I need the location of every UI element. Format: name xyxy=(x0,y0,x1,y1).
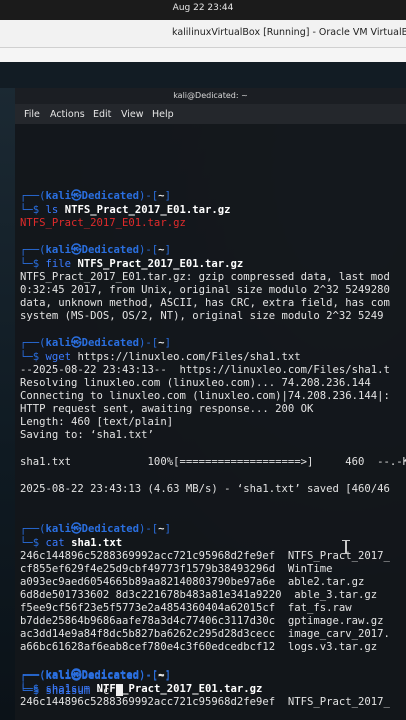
prompt-user: kali㉿Dedicated xyxy=(45,337,140,349)
hash-line: a093ec9aed6054665b89aa82140803790be97a6e… xyxy=(20,576,365,588)
prompt-line: ┌──(kali㉿Dedicated)-[~] xyxy=(20,523,171,536)
prompt-bracket: )-[ xyxy=(139,523,159,535)
prompt-dollar: $ xyxy=(32,204,46,216)
prompt-bracket-end: ] xyxy=(164,244,171,256)
prompt-dollar: $ xyxy=(32,685,46,697)
prompt-user: kali㉿Dedicated xyxy=(45,670,140,682)
prompt-frame: └─ xyxy=(20,204,33,216)
prompt-bracket-end: ] xyxy=(164,190,171,202)
menu-edit[interactable]: Edit xyxy=(93,109,111,120)
virtualbox-title-bar[interactable]: kalilinuxVirtualBox [Running] - Oracle V… xyxy=(0,20,406,48)
terminal-cursor xyxy=(115,684,123,696)
command-name: ls xyxy=(45,204,59,216)
virtualbox-toolbar-area xyxy=(0,48,406,62)
hash-line: ac3dd14e9a84f8dc5b827ba6262c295d28d3cecc… xyxy=(20,628,390,640)
hash-line: 6d8de501733602 8d3c221678b483a81e341a922… xyxy=(20,589,378,601)
ls-output: NTFS_Pract_2017_E01.tar.gz xyxy=(20,217,186,229)
hash-line: cf855ef629f4e25d9cbf49773f1579b38493296d… xyxy=(20,563,333,575)
command-input-line[interactable]: └─$ sha1sum -c xyxy=(20,684,123,697)
menu-view[interactable]: View xyxy=(121,109,144,120)
file-output-line: NTFS_Pract_2017_E01.tar.gz: gzip compres… xyxy=(20,271,390,283)
virtualbox-window-title: kalilinuxVirtualBox [Running] - Oracle V… xyxy=(172,27,406,38)
prompt-bracket: )-[ xyxy=(139,190,159,202)
prompt-dollar: $ xyxy=(32,351,46,363)
host-top-bar: Aug 22 23:44 xyxy=(0,0,406,20)
hash-line: a66bc61628af6eab8cef780e4c3f60edcedbcf12… xyxy=(20,641,378,653)
prompt-dollar: $ xyxy=(32,258,46,270)
terminal-output[interactable]: ┌──(kali㉿Dedicated)-[~] └─$ ls NTFS_Prac… xyxy=(15,124,406,720)
command-line: └─$ wget https://linuxleo.com/Files/sha1… xyxy=(20,351,301,364)
menu-actions[interactable]: Actions xyxy=(50,109,85,120)
host-clock[interactable]: Aug 22 23:44 xyxy=(0,3,406,13)
file-output-line: data, unknown method, ASCII, has CRC, ex… xyxy=(20,297,390,309)
terminal-current-prompt[interactable]: ┌──(kali㉿Dedicated)-[~] └─$ sha1sum -c xyxy=(15,662,406,720)
mouse-ibeam-cursor xyxy=(342,540,350,554)
hash-line: b7dde25864b9686aafe78a3d4c77406c3117d30c… xyxy=(20,615,384,627)
file-output-line: system (MS-DOS, OS/2, NT), original size… xyxy=(20,310,384,322)
menu-file[interactable]: File xyxy=(24,109,40,120)
file-output-line: 0:32:45 2017, from Unix, original size m… xyxy=(20,284,390,296)
prompt-bracket: )-[ xyxy=(139,337,159,349)
vm-desktop-panel xyxy=(0,62,406,88)
wget-output-line: Saving to: ‘sha1.txt’ xyxy=(20,429,154,441)
terminal-title-bar[interactable]: kali@Dedicated: ~ xyxy=(15,88,406,104)
menu-help[interactable]: Help xyxy=(152,109,174,120)
prompt-bracket-end: ] xyxy=(164,337,171,349)
vm-desktop: kali@Dedicated: ~ File Actions Edit View… xyxy=(0,62,406,720)
command-line: └─$ file NTFS_Pract_2017_E01.tar.gz xyxy=(20,258,243,271)
prompt-user: kali㉿Dedicated xyxy=(45,190,140,202)
prompt-bracket-end: ] xyxy=(164,670,171,682)
command-name: cat xyxy=(45,537,65,549)
prompt-line: ┌──(kali㉿Dedicated)-[~] xyxy=(20,190,171,203)
prompt-dollar: $ xyxy=(32,537,46,549)
prompt-frame: └─ xyxy=(20,537,33,549)
terminal-menu-bar: File Actions Edit View Help xyxy=(15,104,406,124)
prompt-line: ┌──(kali㉿Dedicated)-[~] xyxy=(20,337,171,350)
prompt-user: kali㉿Dedicated xyxy=(45,244,140,256)
command-argument: NTFS_Pract_2017_E01.tar.gz xyxy=(64,204,231,216)
prompt-frame: └─ xyxy=(20,351,33,363)
prompt-frame: ┌──( xyxy=(20,337,46,349)
command-name: sha1sum xyxy=(45,685,91,697)
wget-output-line: Resolving linuxleo.com (linuxleo.com)...… xyxy=(20,377,371,389)
command-argument: https://linuxleo.com/Files/sha1.txt xyxy=(77,351,301,363)
prompt-bracket: )-[ xyxy=(139,244,159,256)
prompt-bracket: )-[ xyxy=(139,670,159,682)
prompt-line: ┌──(kali㉿Dedicated)-[~] xyxy=(20,244,171,257)
wget-progress-line: sha1.txt 100%[===================>] 460 … xyxy=(20,456,406,468)
command-argument: NTFS_Pract_2017_E01.tar.gz xyxy=(77,258,244,270)
prompt-frame: ┌──( xyxy=(20,190,46,202)
wget-output-line: HTTP request sent, awaiting response... … xyxy=(20,403,314,415)
prompt-frame: └─ xyxy=(20,685,33,697)
prompt-frame: ┌──( xyxy=(20,523,46,535)
wget-output-line: Length: 460 [text/plain] xyxy=(20,416,174,428)
wget-output-line: Connecting to linuxleo.com (linuxleo.com… xyxy=(20,390,390,402)
wget-output-line: 2025-08-22 23:43:13 (4.63 MB/s) - ‘sha1.… xyxy=(20,483,390,495)
wget-output-line: --2025-08-22 23:43:13-- https://linuxleo… xyxy=(20,364,390,376)
command-argument: sha1.txt xyxy=(71,537,123,549)
prompt-line: ┌──(kali㉿Dedicated)-[~] xyxy=(20,670,171,683)
terminal-window[interactable]: kali@Dedicated: ~ File Actions Edit View… xyxy=(15,88,406,720)
hash-line: f5ee9cf56f23e5f5773e2a4854360404a62015cf… xyxy=(20,602,352,614)
prompt-frame: └─ xyxy=(20,258,33,270)
prompt-bracket-end: ] xyxy=(164,523,171,535)
prompt-frame: ┌──( xyxy=(20,670,46,682)
command-name: file xyxy=(45,258,72,270)
prompt-frame: ┌──( xyxy=(20,244,46,256)
prompt-user: kali㉿Dedicated xyxy=(45,523,140,535)
command-line: └─$ cat sha1.txt xyxy=(20,537,122,550)
command-name: wget xyxy=(45,351,72,363)
command-argument: -c xyxy=(96,685,116,697)
command-line: └─$ ls NTFS_Pract_2017_E01.tar.gz xyxy=(20,204,231,217)
terminal-title: kali@Dedicated: ~ xyxy=(173,91,248,100)
hash-line: 246c144896c5288369992acc721c95968d2fe9ef… xyxy=(20,550,390,562)
